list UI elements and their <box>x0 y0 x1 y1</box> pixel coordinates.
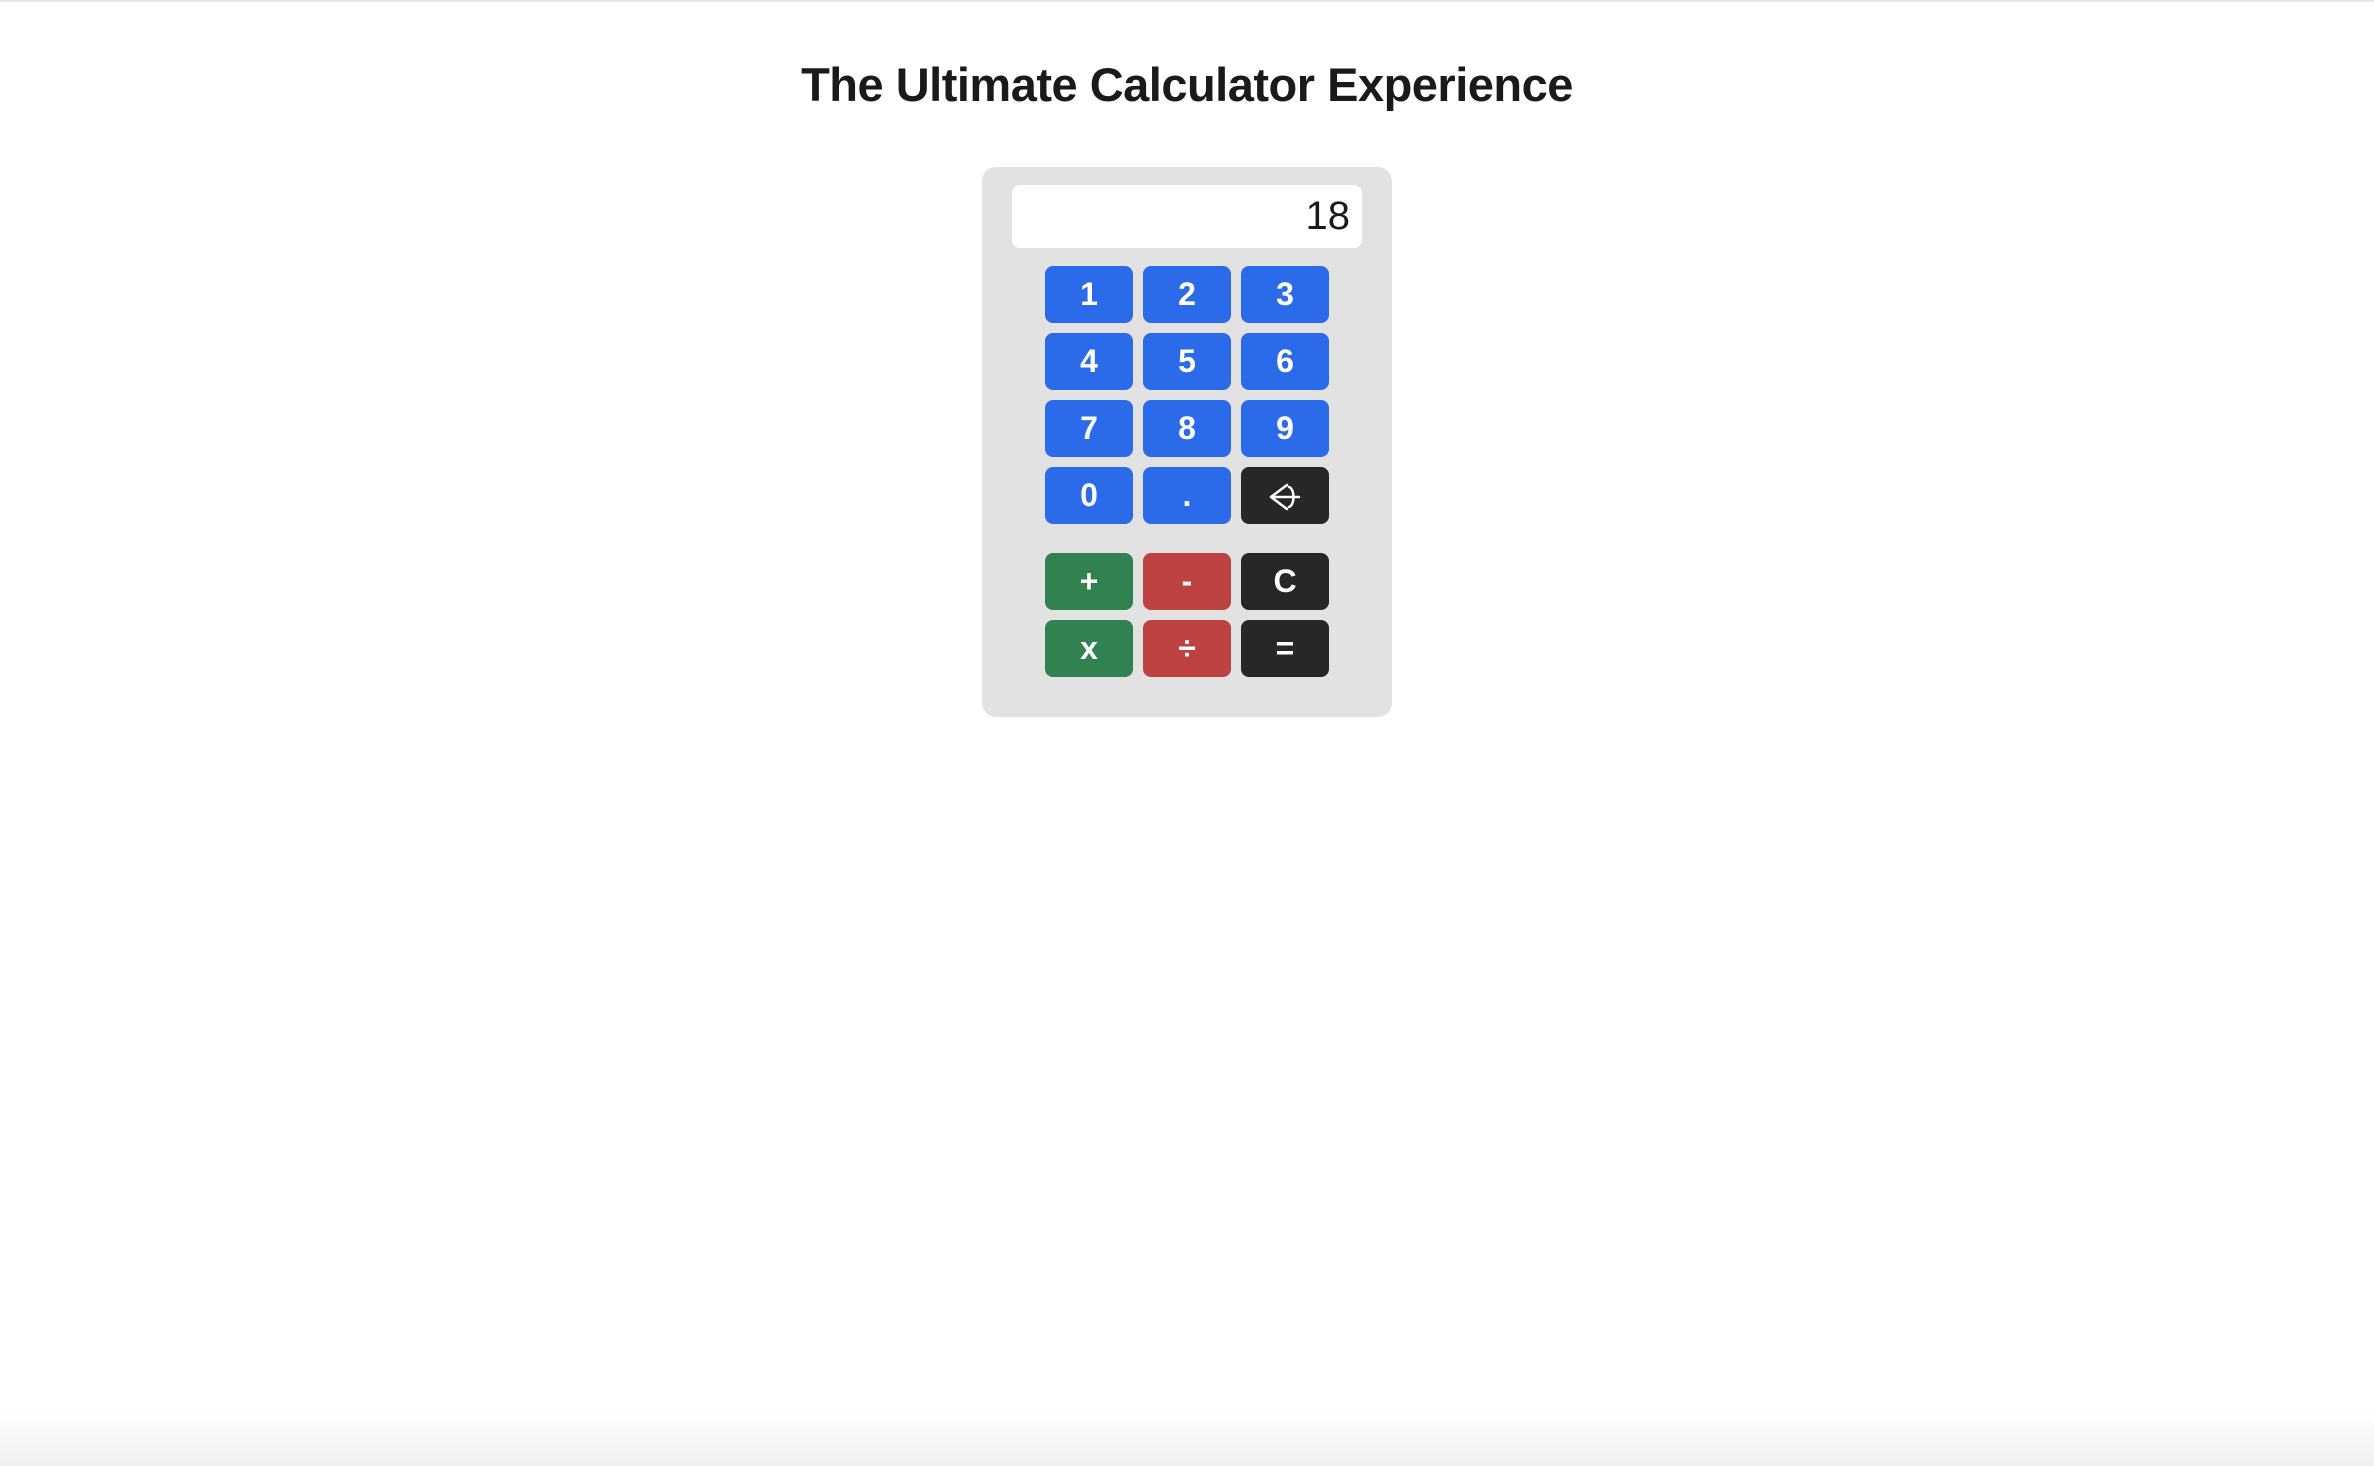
page-title: The Ultimate Calculator Experience <box>801 57 1573 112</box>
digit-6-button[interactable]: 6 <box>1241 333 1329 390</box>
calculator-keypad: 1 2 3 4 5 6 7 8 9 0 . + - C x <box>1045 266 1329 677</box>
multiply-button[interactable]: x <box>1045 620 1133 677</box>
digit-8-button[interactable]: 8 <box>1143 400 1231 457</box>
calculator-display: 18 <box>1012 185 1362 248</box>
digit-5-button[interactable]: 5 <box>1143 333 1231 390</box>
digit-9-button[interactable]: 9 <box>1241 400 1329 457</box>
digit-1-button[interactable]: 1 <box>1045 266 1133 323</box>
keypad-gap <box>1045 534 1329 543</box>
calculator-body: 18 1 2 3 4 5 6 7 8 9 0 . + - C <box>982 167 1392 717</box>
clear-button[interactable]: C <box>1241 553 1329 610</box>
decimal-button[interactable]: . <box>1143 467 1231 524</box>
equals-button[interactable]: = <box>1241 620 1329 677</box>
page-container: The Ultimate Calculator Experience 18 1 … <box>0 2 2374 717</box>
divide-button[interactable]: ÷ <box>1143 620 1231 677</box>
digit-7-button[interactable]: 7 <box>1045 400 1133 457</box>
digit-0-button[interactable]: 0 <box>1045 467 1133 524</box>
digit-4-button[interactable]: 4 <box>1045 333 1133 390</box>
backspace-button[interactable] <box>1241 467 1329 524</box>
digit-2-button[interactable]: 2 <box>1143 266 1231 323</box>
backspace-icon <box>1267 482 1303 510</box>
bottom-gradient <box>0 1411 2374 1466</box>
subtract-button[interactable]: - <box>1143 553 1231 610</box>
add-button[interactable]: + <box>1045 553 1133 610</box>
digit-3-button[interactable]: 3 <box>1241 266 1329 323</box>
